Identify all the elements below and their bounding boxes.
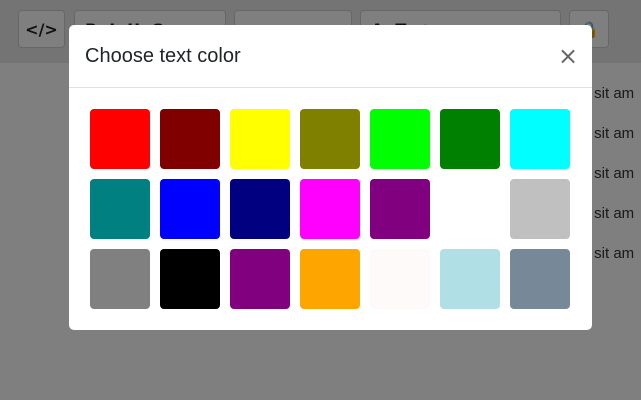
color-swatch[interactable] — [90, 109, 150, 169]
modal-header: Choose text color × — [69, 25, 592, 88]
color-swatch[interactable] — [160, 249, 220, 309]
color-swatch[interactable] — [230, 249, 290, 309]
color-swatch[interactable] — [90, 179, 150, 239]
color-swatch[interactable] — [160, 179, 220, 239]
color-swatch[interactable] — [440, 249, 500, 309]
color-swatch[interactable] — [510, 249, 570, 309]
color-swatch[interactable] — [300, 249, 360, 309]
close-button[interactable]: × — [557, 43, 579, 69]
color-swatch[interactable] — [230, 109, 290, 169]
color-picker-modal: Choose text color × — [69, 25, 592, 330]
color-swatch[interactable] — [300, 179, 360, 239]
color-swatch[interactable] — [510, 179, 570, 239]
color-swatch[interactable] — [300, 109, 360, 169]
color-swatch[interactable] — [370, 109, 430, 169]
color-swatch[interactable] — [510, 109, 570, 169]
color-swatch[interactable] — [370, 179, 430, 239]
color-swatch[interactable] — [90, 249, 150, 309]
color-swatch[interactable] — [440, 179, 500, 239]
color-swatch-grid — [90, 109, 570, 309]
color-swatch[interactable] — [370, 249, 430, 309]
color-swatch[interactable] — [160, 109, 220, 169]
color-swatch[interactable] — [440, 109, 500, 169]
color-swatch[interactable] — [230, 179, 290, 239]
modal-title: Choose text color — [85, 45, 241, 67]
